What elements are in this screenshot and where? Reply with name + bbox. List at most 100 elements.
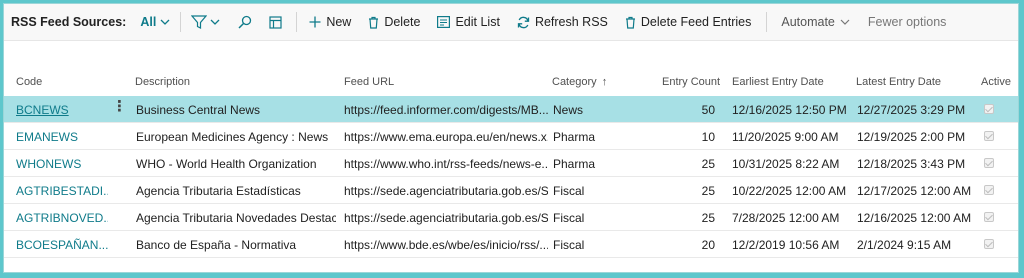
- cell-code[interactable]: AGTRIBESTADI...: [16, 184, 108, 198]
- automate-label: Automate: [781, 15, 835, 29]
- rss-feed-sources-page: RSS Feed Sources: All New Delete Edit Li…: [3, 3, 1019, 273]
- cell-entry-count: 25: [701, 157, 715, 171]
- new-label: New: [326, 15, 352, 29]
- automate-menu[interactable]: Automate: [781, 15, 850, 29]
- column-header-latest-entry-date[interactable]: Latest Entry Date: [856, 76, 941, 88]
- cell-earliest-entry-date: 11/20/2025 9:00 AM: [732, 130, 839, 144]
- cell-latest-entry-date: 12/16/2025 12:00 AM: [857, 211, 972, 225]
- trash-icon: [625, 16, 635, 29]
- cell-entry-count: 50: [701, 103, 715, 117]
- cell-earliest-entry-date: 10/22/2025 12:00 AM: [732, 184, 847, 198]
- cell-entry-count: 25: [701, 211, 715, 225]
- cell-feed-url: https://sede.agenciatributaria.gob.es/S.…: [344, 184, 548, 198]
- cell-category: Pharma: [553, 130, 596, 144]
- cell-category: Fiscal: [553, 211, 585, 225]
- cell-feed-url: https://feed.informer.com/digests/MB...: [344, 103, 548, 117]
- delete-feed-entries-button[interactable]: Delete Feed Entries: [625, 15, 751, 29]
- cell-earliest-entry-date: 10/31/2025 8:22 AM: [732, 157, 840, 171]
- column-header-description[interactable]: Description: [135, 76, 190, 88]
- plus-icon: [309, 16, 321, 28]
- chevron-down-icon: [840, 19, 850, 25]
- column-header-category-label: Category: [552, 76, 597, 88]
- cell-description: European Medicines Agency : News: [136, 130, 329, 144]
- refresh-rss-label: Refresh RSS: [534, 15, 608, 29]
- cell-code[interactable]: BCNEWS: [16, 103, 108, 117]
- delete-button[interactable]: Delete: [368, 15, 420, 29]
- table-row[interactable]: AGTRIBESTADI... Agencia Tributaria Estadí…: [4, 177, 1018, 204]
- filter-icon: [191, 15, 208, 29]
- divider: [766, 12, 768, 32]
- cell-earliest-entry-date: 7/28/2025 12:00 AM: [732, 211, 840, 225]
- column-header-active[interactable]: Active: [981, 76, 1011, 88]
- cell-description: Business Central News: [136, 103, 261, 117]
- column-header-entry-count[interactable]: Entry Count: [662, 76, 720, 88]
- new-button[interactable]: New: [309, 15, 351, 29]
- edit-list-label: Edit List: [455, 15, 500, 29]
- cell-entry-count: 20: [701, 238, 715, 252]
- column-header-category[interactable]: Category ↑: [552, 76, 607, 88]
- refresh-rss-button[interactable]: Refresh RSS: [517, 15, 608, 29]
- cell-feed-url: https://www.bde.es/wbe/es/inicio/rss/...: [344, 238, 548, 252]
- view-filter-dropdown[interactable]: All: [140, 15, 170, 29]
- sort-ascending-icon: ↑: [601, 76, 608, 88]
- layout-icon: [269, 15, 282, 29]
- cell-latest-entry-date: 2/1/2024 9:15 AM: [857, 238, 952, 252]
- cell-description: Agencia Tributaria Novedades Destaca...: [136, 211, 336, 225]
- active-checkbox: [984, 185, 994, 195]
- cell-earliest-entry-date: 12/2/2019 10:56 AM: [732, 238, 840, 252]
- search-button[interactable]: [238, 15, 252, 29]
- cell-code[interactable]: AGTRIBNOVED...: [16, 211, 108, 225]
- cell-feed-url: https://sede.agenciatributaria.gob.es/S.…: [344, 211, 548, 225]
- cell-feed-url: https://www.ema.europa.eu/en/news.x...: [344, 130, 548, 144]
- cell-description: WHO - World Health Organization: [136, 157, 317, 171]
- action-bar: RSS Feed Sources: All New Delete Edit Li…: [4, 4, 1018, 41]
- table-row[interactable]: EMANEWS European Medicines Agency : News h…: [4, 123, 1018, 150]
- column-header-earliest-entry-date[interactable]: Earliest Entry Date: [732, 76, 824, 88]
- search-icon: [238, 15, 252, 29]
- table-row[interactable]: BCOESPAÑAN... Banco de España - Normativa…: [4, 231, 1018, 258]
- column-header-code[interactable]: Code: [16, 76, 42, 88]
- divider: [296, 12, 298, 32]
- trash-icon: [369, 16, 379, 29]
- chevron-down-icon: [160, 19, 170, 25]
- table-row[interactable]: WHONEWS WHO - World Health Organization ht…: [4, 150, 1018, 177]
- active-checkbox: [984, 212, 994, 222]
- active-checkbox: [984, 131, 994, 141]
- cell-latest-entry-date: 12/18/2025 3:43 PM: [857, 157, 966, 171]
- cell-latest-entry-date: 12/27/2025 3:29 PM: [857, 103, 966, 117]
- active-checkbox: [984, 158, 994, 168]
- cell-entry-count: 10: [701, 130, 715, 144]
- cell-category: Pharma: [553, 157, 596, 171]
- view-filter-label: All: [140, 15, 157, 29]
- filter-pane-button[interactable]: [191, 15, 220, 29]
- cell-earliest-entry-date: 12/16/2025 12:50 PM: [732, 103, 847, 117]
- cell-feed-url: https://www.who.int/rss-feeds/news-e...: [344, 157, 548, 171]
- table-row[interactable]: AGTRIBNOVED... Agencia Tributaria Novedad…: [4, 204, 1018, 231]
- cell-code[interactable]: BCOESPAÑAN...: [16, 238, 108, 252]
- cell-category: News: [553, 103, 584, 117]
- refresh-icon: [517, 16, 530, 28]
- chevron-down-icon: [210, 19, 220, 25]
- cell-entry-count: 25: [701, 184, 715, 198]
- cell-category: Fiscal: [553, 184, 585, 198]
- row-actions-menu-icon[interactable]: ⋮: [112, 99, 127, 115]
- active-checkbox: [984, 104, 994, 114]
- fewer-options-button[interactable]: Fewer options: [868, 15, 947, 29]
- cell-description: Banco de España - Normativa: [136, 238, 297, 252]
- cell-latest-entry-date: 12/17/2025 12:00 AM: [857, 184, 972, 198]
- page-title: RSS Feed Sources:: [11, 15, 127, 29]
- cell-description: Agencia Tributaria Estadísticas: [136, 184, 301, 198]
- delete-feed-entries-label: Delete Feed Entries: [640, 15, 752, 29]
- edit-list-button[interactable]: Edit List: [437, 15, 500, 29]
- divider: [180, 12, 182, 32]
- cell-code[interactable]: WHONEWS: [16, 157, 108, 171]
- cell-category: Fiscal: [553, 238, 585, 252]
- show-as-tiles-button[interactable]: [269, 15, 282, 29]
- active-checkbox: [984, 239, 994, 249]
- table-row[interactable]: BCNEWS Business Central News https://feed.…: [4, 96, 1018, 123]
- cell-latest-entry-date: 12/19/2025 2:00 PM: [857, 130, 966, 144]
- delete-label: Delete: [384, 15, 421, 29]
- column-header-feed-url[interactable]: Feed URL: [344, 76, 394, 88]
- cell-code[interactable]: EMANEWS: [16, 130, 108, 144]
- edit-list-icon: [437, 16, 451, 28]
